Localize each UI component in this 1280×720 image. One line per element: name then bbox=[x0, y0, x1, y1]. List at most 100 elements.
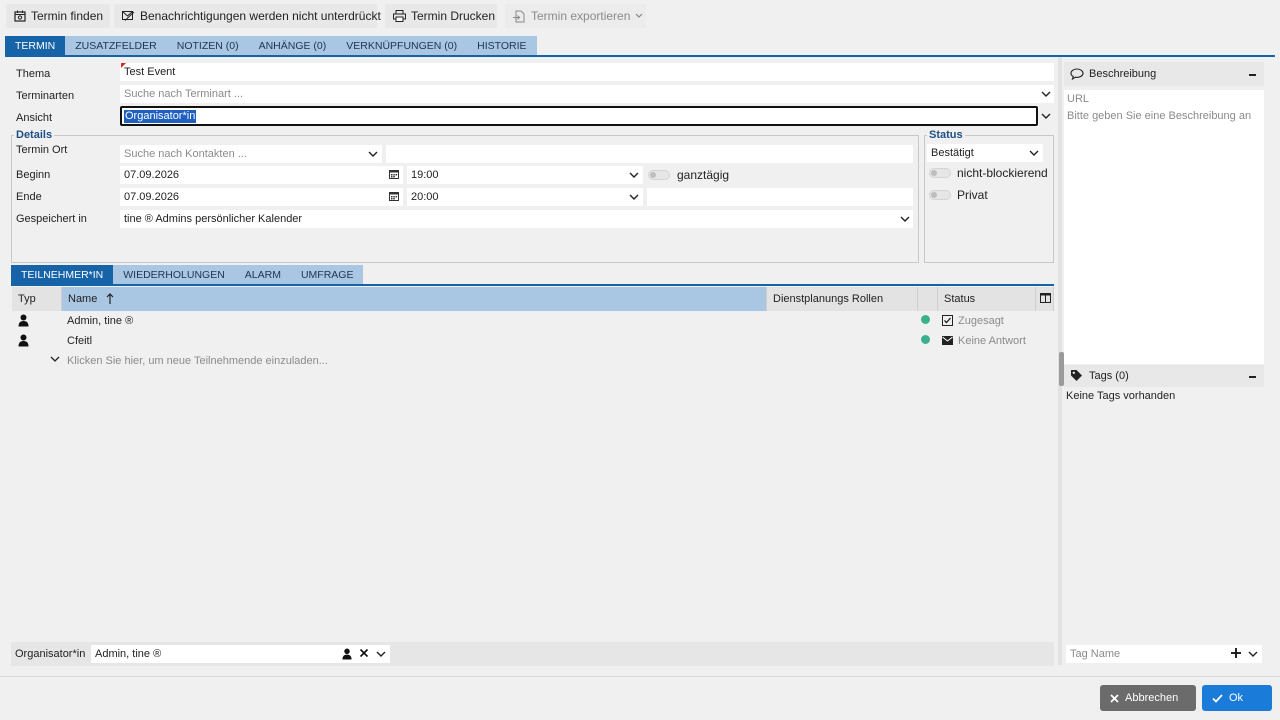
allday-label: ganztägig bbox=[677, 168, 730, 182]
chevron-down-icon bbox=[635, 13, 643, 19]
attendee-status: Keine Antwort bbox=[958, 335, 1026, 347]
printer-icon bbox=[393, 10, 406, 22]
description-box bbox=[1064, 90, 1264, 364]
attendee-tabs: TEILNEHMER*IN WIEDERHOLUNGEN ALARM UMFRA… bbox=[11, 265, 364, 285]
collapse-icon[interactable] bbox=[1249, 74, 1256, 76]
column-header-type[interactable]: Typ bbox=[12, 287, 62, 311]
details-legend: Details bbox=[14, 129, 55, 141]
tab-umfrage[interactable]: UMFRAGE bbox=[290, 265, 364, 285]
column-chooser-button[interactable] bbox=[1036, 287, 1054, 311]
ende-label: Ende bbox=[16, 191, 42, 203]
user-icon bbox=[18, 314, 29, 327]
ort-text-input[interactable] bbox=[386, 145, 913, 163]
chevron-down-icon[interactable] bbox=[1040, 88, 1052, 100]
calendar-container-select[interactable]: tine ® Admins persönlicher Kalender bbox=[120, 210, 913, 228]
ok-button[interactable]: Ok bbox=[1202, 685, 1272, 711]
column-header-status[interactable]: Status bbox=[938, 287, 1036, 311]
export-event-label: Termin exportieren bbox=[531, 9, 631, 23]
column-header-roles[interactable]: Dienstplanungs Rollen bbox=[767, 287, 918, 311]
tags-title: Tags (0) bbox=[1089, 370, 1129, 382]
sort-ascending-icon bbox=[106, 293, 114, 305]
column-header-name-label: Name bbox=[68, 293, 98, 305]
find-event-button[interactable]: Termin finden bbox=[6, 4, 110, 28]
terminarten-search-input[interactable]: Suche nach Terminart ... bbox=[120, 85, 1054, 103]
terminarten-label: Terminarten bbox=[16, 90, 75, 102]
footer-divider bbox=[0, 676, 1280, 677]
allday-toggle[interactable] bbox=[648, 170, 670, 180]
chevron-down-icon[interactable] bbox=[375, 648, 387, 660]
chevron-down-icon[interactable] bbox=[50, 355, 60, 363]
chevron-down-icon[interactable] bbox=[628, 191, 640, 203]
ort-contact-search[interactable]: Suche nach Kontakten ... bbox=[120, 145, 382, 163]
ende-time-select[interactable]: 20:00 bbox=[407, 188, 643, 206]
tab-notizen[interactable]: NOTIZEN (0) bbox=[166, 36, 249, 56]
calendar-icon[interactable] bbox=[389, 169, 399, 179]
tab-historie[interactable]: HISTORIE bbox=[467, 36, 537, 56]
user-icon[interactable] bbox=[342, 648, 352, 660]
status-select[interactable]: Bestätigt bbox=[927, 144, 1043, 162]
private-label: Privat bbox=[957, 188, 988, 202]
invite-hint: Klicken Sie hier, um neue Teilnehmende e… bbox=[67, 355, 328, 367]
export-event-button[interactable]: Termin exportieren bbox=[505, 4, 646, 28]
status-dot bbox=[921, 315, 930, 324]
close-icon bbox=[1110, 693, 1119, 703]
chevron-down-icon[interactable] bbox=[899, 213, 911, 225]
add-tag-icon[interactable] bbox=[1230, 647, 1242, 659]
tab-teilnehmer[interactable]: TEILNEHMER*IN bbox=[11, 265, 114, 285]
beginn-date-input[interactable]: 07.09.2026 bbox=[120, 166, 403, 184]
thema-input[interactable]: Test Event bbox=[120, 63, 1054, 81]
chevron-down-icon[interactable] bbox=[367, 148, 379, 160]
ende-date-input[interactable]: 07.09.2026 bbox=[120, 188, 403, 206]
find-event-label: Termin finden bbox=[31, 9, 104, 23]
tag-icon bbox=[1070, 369, 1083, 382]
chevron-down-icon[interactable] bbox=[1028, 147, 1040, 159]
columns-icon bbox=[1040, 293, 1051, 303]
print-event-label: Termin Drucken bbox=[411, 9, 496, 23]
ende-extra-input[interactable] bbox=[647, 188, 913, 206]
no-tags-text: Keine Tags vorhanden bbox=[1066, 390, 1176, 402]
status-legend: Status bbox=[927, 129, 965, 141]
tab-termin[interactable]: TERMIN bbox=[5, 36, 66, 56]
calendar-icon[interactable] bbox=[389, 191, 399, 201]
print-event-button[interactable]: Termin Drucken bbox=[385, 4, 497, 28]
tab-zusatzfelder[interactable]: ZUSATZFELDER bbox=[65, 36, 167, 56]
table-row[interactable]: Admin, tine ® Zugesagt bbox=[12, 311, 1054, 331]
url-input[interactable]: URL bbox=[1067, 93, 1089, 105]
cancel-button[interactable]: Abbrechen bbox=[1100, 685, 1196, 711]
beginn-time-select[interactable]: 19:00 bbox=[407, 166, 643, 184]
notification-label: Benachrichtigungen werden nicht unterdrü… bbox=[140, 9, 381, 23]
check-icon bbox=[1212, 693, 1223, 703]
nonblocking-label: nicht-blockierend bbox=[957, 166, 1048, 180]
column-header-indicator[interactable] bbox=[918, 287, 938, 311]
table-row[interactable]: Cfeitl Keine Antwort bbox=[12, 331, 1054, 351]
ansicht-selected-text: Organisator*in bbox=[124, 110, 197, 123]
checkbox-accepted-icon bbox=[942, 315, 953, 326]
tab-alarm[interactable]: ALARM bbox=[234, 265, 291, 285]
tab-underline bbox=[5, 55, 1275, 57]
required-marker bbox=[121, 63, 126, 68]
chevron-down-icon[interactable] bbox=[1040, 110, 1052, 122]
termin-ort-label: Termin Ort bbox=[16, 144, 68, 156]
private-toggle[interactable] bbox=[929, 190, 951, 200]
ansicht-select[interactable]: Organisator*in bbox=[120, 106, 1038, 126]
chevron-down-icon[interactable] bbox=[628, 169, 640, 181]
envelope-icon bbox=[942, 335, 953, 346]
clear-icon[interactable] bbox=[359, 648, 369, 658]
description-textarea[interactable]: Bitte geben Sie eine Beschreibung an bbox=[1067, 110, 1251, 122]
tab-verknuepfungen[interactable]: VERKNÜPFUNGEN (0) bbox=[336, 36, 468, 56]
collapse-icon[interactable] bbox=[1249, 376, 1256, 378]
organizer-label: Organisator*in bbox=[15, 648, 86, 660]
nonblocking-toggle[interactable] bbox=[929, 168, 951, 178]
description-title: Beschreibung bbox=[1089, 68, 1157, 80]
ansicht-label: Ansicht bbox=[16, 112, 53, 124]
export-file-icon bbox=[513, 10, 526, 23]
tab-anhaenge[interactable]: ANHÄNGE (0) bbox=[248, 36, 337, 56]
gespeichert-label: Gespeichert in bbox=[16, 213, 87, 225]
chevron-down-icon[interactable] bbox=[1247, 648, 1259, 660]
tab-wiederholungen[interactable]: WIEDERHOLUNGEN bbox=[113, 265, 235, 285]
notification-button[interactable]: Benachrichtigungen werden nicht unterdrü… bbox=[114, 4, 381, 28]
user-icon bbox=[18, 334, 29, 347]
speech-bubble-icon bbox=[1070, 68, 1084, 80]
invite-row[interactable]: Klicken Sie hier, um neue Teilnehmende e… bbox=[12, 351, 1054, 371]
column-header-name[interactable]: Name bbox=[62, 287, 767, 311]
